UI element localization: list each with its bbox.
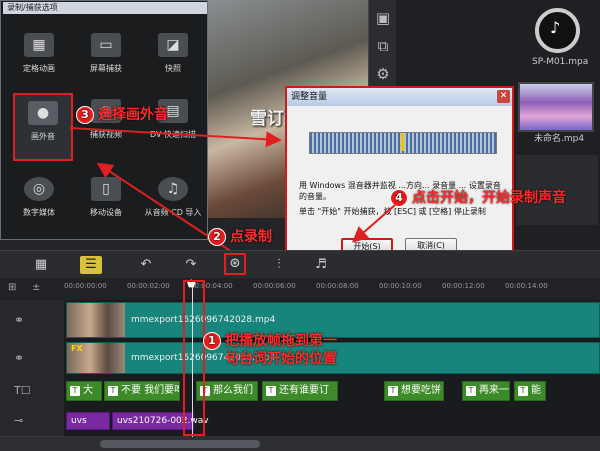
title-clip[interactable]: T能: [514, 381, 546, 401]
title-clip-text: 大: [83, 385, 93, 396]
ruler-tick: 00:00:12:00: [442, 282, 485, 290]
track-header-overlay[interactable]: ⚭: [0, 340, 64, 377]
ruler-tick: 00:00:08:00: [316, 282, 359, 290]
video-track-icon: ⚭: [14, 313, 25, 327]
overlay-track-icon: ⚭: [14, 351, 25, 365]
title-clip[interactable]: T 那么我们: [196, 381, 258, 401]
storyboard-view-icon[interactable]: ▦: [30, 256, 52, 274]
title-clip-icon: T: [266, 386, 276, 396]
redo-icon[interactable]: ↷: [180, 256, 202, 274]
ruler-tick: 00:00:14:00: [505, 282, 548, 290]
title-clip[interactable]: T 还有谁要订: [262, 381, 338, 401]
clip-thumbnail: [67, 303, 125, 337]
voice-track-icon: ⊸: [14, 414, 24, 427]
track-manager-icon[interactable]: ⊞: [8, 282, 16, 293]
step-badge: 1: [203, 332, 221, 350]
step-badge: 2: [208, 228, 226, 246]
title-clip-icon: T: [70, 386, 80, 396]
ruler-tick: 00:00:02:00: [127, 282, 170, 290]
title-clip[interactable]: T 再来一: [462, 381, 510, 401]
title-clip[interactable]: T 不要 我们要啤: [104, 381, 180, 401]
undo-icon[interactable]: ↶: [135, 256, 157, 274]
title-track-icon: T☐: [14, 384, 31, 397]
timeline-scrollbar[interactable]: [0, 437, 600, 451]
title-clip-text: 再来一: [479, 385, 509, 396]
title-clip-text: 那么我们: [213, 385, 253, 396]
scrollbar-thumb[interactable]: [100, 440, 260, 448]
timeline-view-icon[interactable]: ☰: [80, 256, 102, 274]
title-clip-text: 想要吃饼: [401, 385, 441, 396]
ruler-tick: 00:00:10:00: [379, 282, 422, 290]
annotation-step1: 1 把播放帧拖到第一 句台词开始的位置: [203, 332, 337, 368]
track-header-title[interactable]: T☐: [0, 376, 64, 407]
title-clip-text: 还有谁要订: [279, 385, 329, 396]
title-clip-icon: T: [466, 386, 476, 396]
track-header-video[interactable]: ⚭: [0, 300, 64, 341]
title-clip-text: 能: [531, 385, 541, 396]
voice-clip[interactable]: uvs: [66, 412, 110, 430]
ruler-tick: 00:00:00:00: [64, 282, 107, 290]
annotation-text: 把播放帧拖到第一: [225, 333, 337, 349]
track-header-voice[interactable]: ⊸: [0, 406, 64, 437]
sound-mixer-icon[interactable]: ⫶: [268, 256, 290, 274]
arrow-step3: [69, 127, 282, 148]
annotation-text: 点录制: [230, 229, 272, 245]
arrow-step4: [351, 204, 396, 243]
title-clip[interactable]: T大: [66, 381, 102, 401]
annotation-text: 句台词开始的位置: [225, 351, 337, 367]
zoom-control-icon[interactable]: ±: [32, 282, 40, 293]
auto-music-icon[interactable]: ♬: [310, 256, 332, 274]
playhead-highlight: [183, 280, 205, 436]
title-clip-text: 不要 我们要啤: [121, 385, 180, 396]
title-clip-icon: T: [518, 386, 528, 396]
voice-clip[interactable]: uvs210726-002.wav: [112, 412, 209, 430]
voice-clip-label: uvs: [71, 416, 87, 426]
fx-badge: FX: [71, 344, 83, 353]
title-clip[interactable]: T 想要吃饼: [384, 381, 444, 401]
ruler-tick: 00:00:06:00: [253, 282, 296, 290]
record-capture-button[interactable]: ⊛: [224, 253, 246, 275]
title-clip-icon: T: [108, 386, 118, 396]
annotation-step2: 2 点录制: [208, 226, 272, 246]
title-clip-icon: T: [388, 386, 398, 396]
